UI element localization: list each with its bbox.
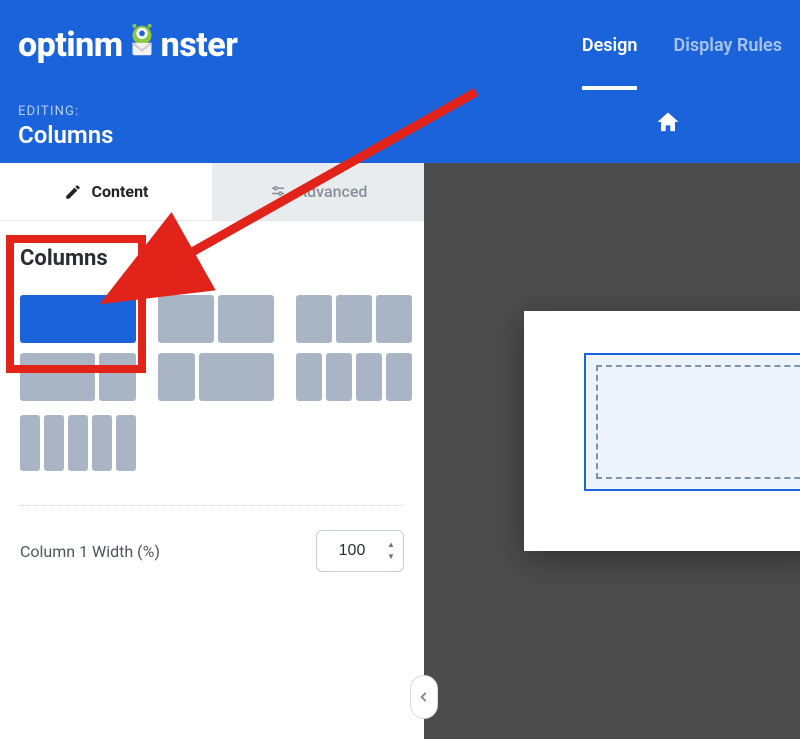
panel-tab-content-label: Content bbox=[92, 182, 149, 201]
step-down-button[interactable]: ▼ bbox=[383, 552, 399, 562]
pencil-icon bbox=[64, 183, 82, 201]
layout-3col[interactable] bbox=[296, 295, 412, 343]
subheader: EDITING: Columns bbox=[0, 90, 800, 163]
popup-dropzone[interactable] bbox=[596, 365, 800, 479]
number-stepper: ▲ ▼ bbox=[383, 540, 399, 562]
panel-tabs: Content Advanced bbox=[0, 163, 424, 221]
column-width-input[interactable] bbox=[327, 542, 377, 560]
panel-tab-advanced[interactable]: Advanced bbox=[212, 163, 424, 220]
column-width-row: Column 1 Width (%) ▲ ▼ bbox=[0, 506, 424, 596]
layout-5col[interactable] bbox=[20, 415, 136, 471]
editing-title: Columns bbox=[18, 121, 114, 149]
brand-text-post: nster bbox=[161, 28, 238, 62]
step-up-button[interactable]: ▲ bbox=[383, 540, 399, 550]
home-icon bbox=[654, 109, 682, 137]
popup-preview[interactable] bbox=[524, 311, 800, 551]
panel-tab-content[interactable]: Content bbox=[0, 163, 212, 220]
tab-design[interactable]: Design bbox=[582, 0, 638, 90]
columns-section-title: Columns bbox=[20, 246, 404, 271]
layout-wide-right[interactable] bbox=[158, 353, 274, 401]
brand-text-pre: optinm bbox=[18, 28, 123, 62]
layout-1col[interactable] bbox=[20, 295, 136, 343]
app-header: optinm nster Design Display Rules bbox=[0, 0, 800, 90]
column-width-input-wrap[interactable]: ▲ ▼ bbox=[316, 530, 404, 572]
layout-wide-left[interactable] bbox=[20, 353, 136, 401]
popup-column-block[interactable] bbox=[584, 353, 800, 491]
home-button[interactable] bbox=[654, 109, 682, 144]
left-panel: Content Advanced Columns bbox=[0, 163, 424, 739]
column-layout-grid bbox=[20, 295, 404, 401]
layout-4col[interactable] bbox=[296, 353, 412, 401]
panel-tab-advanced-label: Advanced bbox=[297, 182, 368, 201]
layout-2col[interactable] bbox=[158, 295, 274, 343]
monster-icon bbox=[123, 22, 161, 60]
top-tabs: Design Display Rules bbox=[582, 0, 782, 90]
editing-group: EDITING: Columns bbox=[18, 104, 114, 149]
brand-logo: optinm nster bbox=[18, 26, 237, 64]
panel-collapse-handle[interactable] bbox=[410, 675, 438, 719]
editing-label: EDITING: bbox=[18, 104, 114, 119]
preview-canvas bbox=[424, 163, 800, 739]
sliders-icon bbox=[269, 183, 287, 201]
chevron-left-icon bbox=[417, 690, 431, 704]
tab-display-rules[interactable]: Display Rules bbox=[673, 0, 782, 90]
columns-section: Columns bbox=[0, 221, 424, 481]
column-width-label: Column 1 Width (%) bbox=[20, 542, 160, 561]
